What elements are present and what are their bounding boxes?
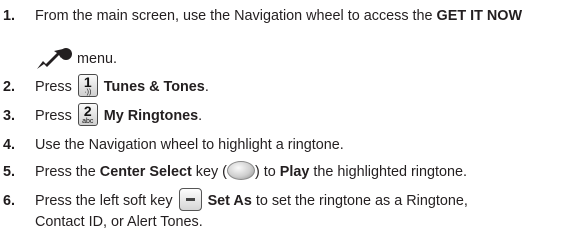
key-sub: abc (82, 117, 94, 125)
step-text-pre: Press the (35, 164, 100, 180)
key-digit: 1 (83, 73, 92, 90)
step-number: 2. (3, 79, 16, 95)
step-1-continuation: menu. (77, 47, 117, 71)
step-4: 4. Use the Navigation wheel to highlight… (0, 133, 583, 157)
step-text-pre: From the main screen, use the Navigation… (35, 8, 437, 24)
menu-name-tunes-tones: Tunes & Tones (103, 79, 205, 95)
get-it-now-icon (37, 48, 72, 69)
step-2: 2. Press 1 ·)) Tunes & Tones. (0, 73, 583, 99)
step-number: 3. (3, 108, 16, 124)
step-text: Press 1 ·)) Tunes & Tones. (35, 73, 209, 99)
keypad-1-icon: 1 ·)) (77, 73, 98, 97)
step-number: 5. (3, 164, 16, 180)
step-text-mid: key ( (191, 164, 227, 180)
step-text-post: to set the ringtone as a Ringtone, (251, 193, 468, 209)
step-text-continuation: Contact ID, or Alert Tones. (35, 214, 203, 230)
center-select-key-icon (226, 160, 255, 180)
step-text: Press 2 abc My Ringtones. (35, 102, 203, 128)
menu-name-get-it-now: GET IT NOW (436, 8, 523, 24)
step-text-post: . (198, 108, 203, 124)
keypad-2-icon: 2 abc (77, 102, 98, 126)
step-text-pre: Press (35, 79, 72, 95)
key-digit: 2 (83, 102, 92, 119)
step-3: 3. Press 2 abc My Ringtones. (0, 102, 583, 128)
key-name-center-select: Center Select (99, 164, 192, 180)
step-text-pre: Press the left soft key (35, 193, 173, 209)
step-text-pre: Press (35, 108, 72, 124)
menu-name-my-ringtones: My Ringtones (103, 108, 199, 124)
action-play: Play (279, 164, 310, 180)
action-set-as: Set As (207, 193, 252, 209)
step-text: Use the Navigation wheel to highlight a … (35, 137, 344, 153)
step-6-continuation: Contact ID, or Alert Tones. (35, 210, 203, 234)
step-5: 5. Press the Center Select key ( ) to Pla… (0, 160, 583, 184)
step-number: 1. (3, 8, 16, 24)
step-1: 1. From the main screen, use the Navigat… (0, 4, 583, 28)
step-text-post: . (204, 79, 209, 95)
left-soft-key-icon (178, 187, 202, 211)
key-sub: ·)) (84, 88, 92, 96)
step-text-post: the highlighted ringtone. (309, 164, 467, 180)
step-text-mid: ) to (254, 164, 280, 180)
step-number: 4. (3, 137, 16, 153)
step-number: 6. (3, 193, 16, 209)
step-text: From the main screen, use the Navigation… (35, 4, 522, 28)
step-text: Press the Center Select key ( ) to Play t… (35, 160, 467, 184)
step-text-continuation: menu. (77, 51, 117, 67)
